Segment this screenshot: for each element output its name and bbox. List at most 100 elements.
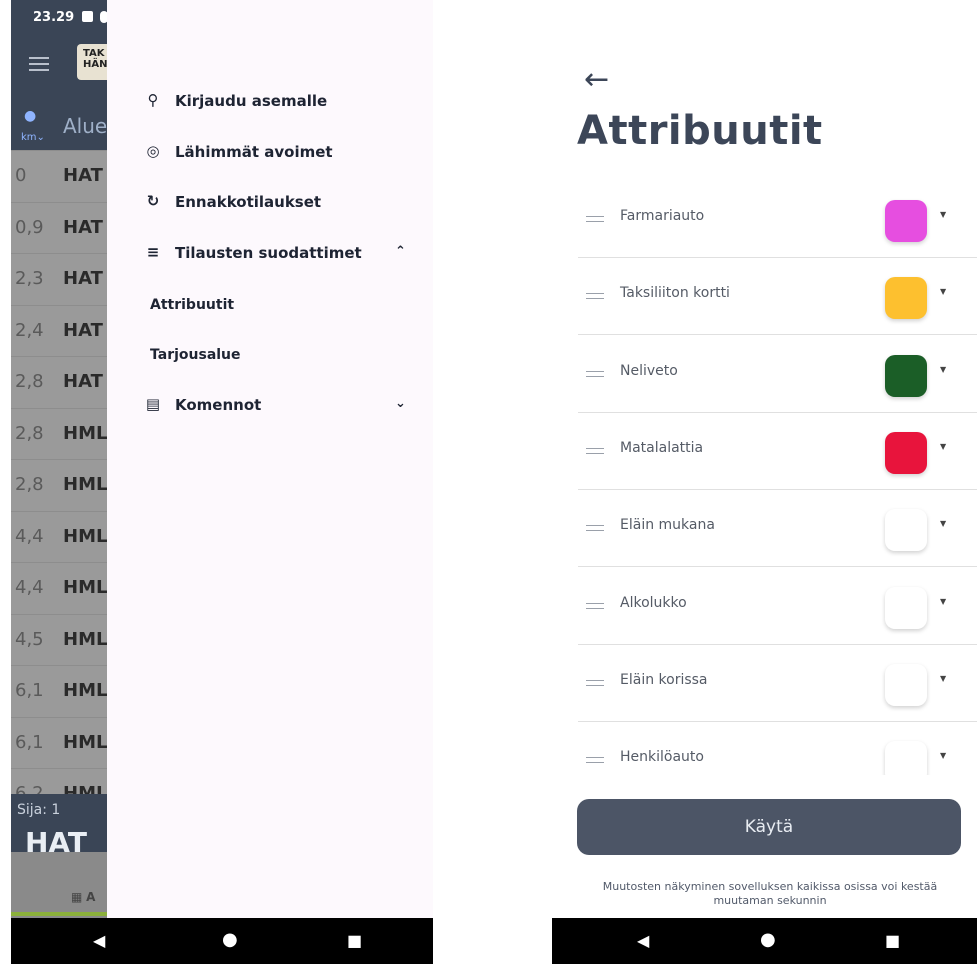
nav-back-icon[interactable]: ◀ bbox=[93, 931, 105, 950]
nav-home-icon[interactable]: ● bbox=[760, 929, 776, 950]
row-distance: 6,1 bbox=[15, 731, 44, 753]
dropdown-arrow-icon[interactable]: ▼ bbox=[940, 365, 946, 374]
attribute-name: Matalalattia bbox=[620, 439, 704, 456]
row-station-code: HAT bbox=[63, 371, 103, 392]
row-distance: 2,8 bbox=[15, 474, 44, 495]
menu-item-komennot[interactable]: ▤ Komennot ⌄ bbox=[107, 384, 433, 428]
dropdown-arrow-icon[interactable]: ▼ bbox=[940, 287, 946, 296]
row-station-code: HML- bbox=[63, 474, 107, 495]
attribute-name: Alkolukko bbox=[620, 594, 687, 611]
color-swatch[interactable] bbox=[885, 277, 927, 320]
attribute-row[interactable]: Taksiliiton kortti ▼ bbox=[578, 257, 977, 336]
attribute-row[interactable]: Neliveto ▼ bbox=[578, 335, 977, 413]
bottom-tab-area: ▦ A bbox=[11, 852, 107, 918]
row-station-code: HML- bbox=[63, 422, 107, 444]
drag-handle-icon[interactable] bbox=[586, 679, 604, 681]
row-station-code: HML- bbox=[63, 577, 107, 598]
drag-handle-icon[interactable] bbox=[586, 525, 604, 527]
queue-position: Sija: 1 bbox=[17, 802, 61, 818]
attribute-name: Farmariauto bbox=[620, 208, 705, 224]
dropdown-arrow-icon[interactable]: ▼ bbox=[940, 519, 946, 528]
row-distance: 0 bbox=[15, 165, 27, 186]
attribute-name: Taksiliiton kortti bbox=[620, 285, 730, 302]
color-swatch[interactable] bbox=[885, 509, 927, 552]
row-distance: 4,4 bbox=[15, 577, 44, 598]
drag-handle-icon[interactable] bbox=[586, 602, 604, 604]
dropdown-arrow-icon[interactable]: ▼ bbox=[940, 210, 946, 219]
apply-button[interactable]: Käytä bbox=[577, 799, 961, 855]
submenu-item-tarjousalue[interactable]: Tarjousalue bbox=[150, 347, 241, 363]
dropdown-arrow-icon[interactable]: ▼ bbox=[940, 751, 946, 760]
row-distance: 2,3 bbox=[15, 268, 44, 289]
table-row[interactable]: 4,5 HML- bbox=[11, 613, 107, 665]
drag-handle-icon[interactable] bbox=[586, 216, 604, 217]
chevron-up-icon: ⌃ bbox=[395, 244, 406, 259]
nav-back-icon[interactable]: ◀ bbox=[637, 931, 649, 950]
color-swatch[interactable] bbox=[885, 663, 927, 706]
attribute-list: Farmariauto ▼ Taksiliiton kortti ▼ Neliveto ▼… bbox=[552, 0, 977, 775]
table-row[interactable]: 0 HAT bbox=[11, 150, 107, 201]
attribute-row[interactable]: Farmariauto ▼ bbox=[578, 180, 977, 258]
color-swatch[interactable] bbox=[885, 354, 927, 397]
right-screen: ← Attribuutit Farmariauto ▼ Taksiliiton ko… bbox=[552, 0, 977, 964]
submenu-item-attribuutit[interactable]: Attribuutit bbox=[150, 297, 234, 313]
table-row[interactable]: 0,9 HAT bbox=[11, 201, 107, 253]
dropdown-arrow-icon[interactable]: ▼ bbox=[940, 597, 946, 606]
table-row[interactable]: 4,4 HML- bbox=[11, 562, 107, 613]
attribute-row[interactable]: Eläin mukana ▼ bbox=[578, 489, 977, 568]
nav-recents-icon[interactable]: ■ bbox=[885, 931, 900, 950]
dropdown-arrow-icon[interactable]: ▼ bbox=[940, 674, 946, 683]
grid-icon[interactable]: ▦ A bbox=[71, 890, 95, 904]
drag-handle-icon[interactable] bbox=[586, 293, 604, 295]
row-distance: 2,4 bbox=[15, 319, 44, 341]
drag-handle-icon[interactable] bbox=[586, 370, 604, 372]
nav-recents-icon[interactable]: ■ bbox=[347, 931, 362, 950]
table-row[interactable]: 2,3 HAT bbox=[11, 253, 107, 304]
menu-item-lahimmat[interactable]: ◎ Lähimmät avoimet bbox=[107, 131, 433, 175]
table-row[interactable]: 6,2 HML bbox=[11, 768, 107, 794]
left-screen: 23.29 TAK HÄN ● km⌄ Alue 0 HAT 0,9 HAT 2,3 HA… bbox=[11, 0, 433, 964]
row-distance: 6,2 bbox=[15, 783, 44, 794]
table-row[interactable]: 2,8 HML- bbox=[11, 407, 107, 459]
menu-item-kirjaudu[interactable]: ⚲ Kirjaudu asemalle bbox=[107, 80, 433, 124]
nav-home-icon[interactable]: ● bbox=[222, 929, 238, 950]
row-station-code: HAT bbox=[63, 268, 103, 289]
attribute-row[interactable]: Alkolukko ▼ bbox=[578, 567, 977, 645]
filter-icon: ≡ bbox=[146, 243, 160, 261]
row-distance: 2,8 bbox=[15, 371, 44, 392]
attribute-row[interactable]: Eläin korissa ▼ bbox=[578, 644, 977, 722]
drag-handle-icon[interactable] bbox=[586, 757, 604, 759]
row-station-code: HAT bbox=[63, 319, 103, 341]
row-distance: 4,5 bbox=[15, 628, 44, 650]
chevron-down-icon: ⌄ bbox=[395, 396, 406, 411]
attribute-name: Eläin korissa bbox=[620, 671, 708, 688]
tab-indicator bbox=[11, 912, 107, 916]
location-pin-icon: ⚲ bbox=[147, 91, 159, 109]
table-row[interactable]: 2,8 HML- bbox=[11, 459, 107, 510]
table-row[interactable]: 6,1 HML bbox=[11, 716, 107, 768]
color-swatch[interactable] bbox=[885, 586, 927, 629]
table-row[interactable]: 6,1 HML bbox=[11, 665, 107, 716]
system-nav-bar: ◀ ● ■ bbox=[552, 918, 977, 964]
row-station-code: HAT bbox=[63, 165, 103, 186]
color-swatch[interactable] bbox=[885, 741, 927, 775]
table-row[interactable]: 4,4 HML bbox=[11, 510, 107, 562]
system-nav-bar: ◀ ● ■ bbox=[11, 918, 433, 964]
dropdown-arrow-icon[interactable]: ▼ bbox=[940, 442, 946, 451]
color-swatch[interactable] bbox=[885, 200, 927, 242]
menu-item-ennakkotilaukset[interactable]: ↻ Ennakkotilaukset bbox=[107, 181, 433, 225]
table-row[interactable]: 2,8 HAT bbox=[11, 356, 107, 407]
color-swatch[interactable] bbox=[885, 431, 927, 474]
attribute-row[interactable]: Henkilöauto ▼ bbox=[578, 721, 977, 775]
drag-handle-icon[interactable] bbox=[586, 447, 604, 449]
row-distance: 4,4 bbox=[15, 525, 44, 547]
row-station-code: HML bbox=[63, 783, 107, 794]
table-row[interactable]: 2,4 HAT bbox=[11, 304, 107, 356]
station-list: 0 HAT 0,9 HAT 2,3 HAT 2,4 HAT 2,8 HAT 2,8 HML- 2,8 HM… bbox=[11, 0, 107, 794]
attribute-name: Neliveto bbox=[620, 362, 678, 379]
attribute-row[interactable]: Matalalattia ▼ bbox=[578, 412, 977, 490]
row-distance: 6,1 bbox=[15, 680, 44, 701]
row-distance: 0,9 bbox=[15, 216, 44, 238]
menu-item-suodattimet[interactable]: ≡ Tilausten suodattimet ⌃ bbox=[107, 232, 433, 276]
info-note: Muutosten näkyminen sovelluksen kaikissa… bbox=[602, 880, 938, 907]
